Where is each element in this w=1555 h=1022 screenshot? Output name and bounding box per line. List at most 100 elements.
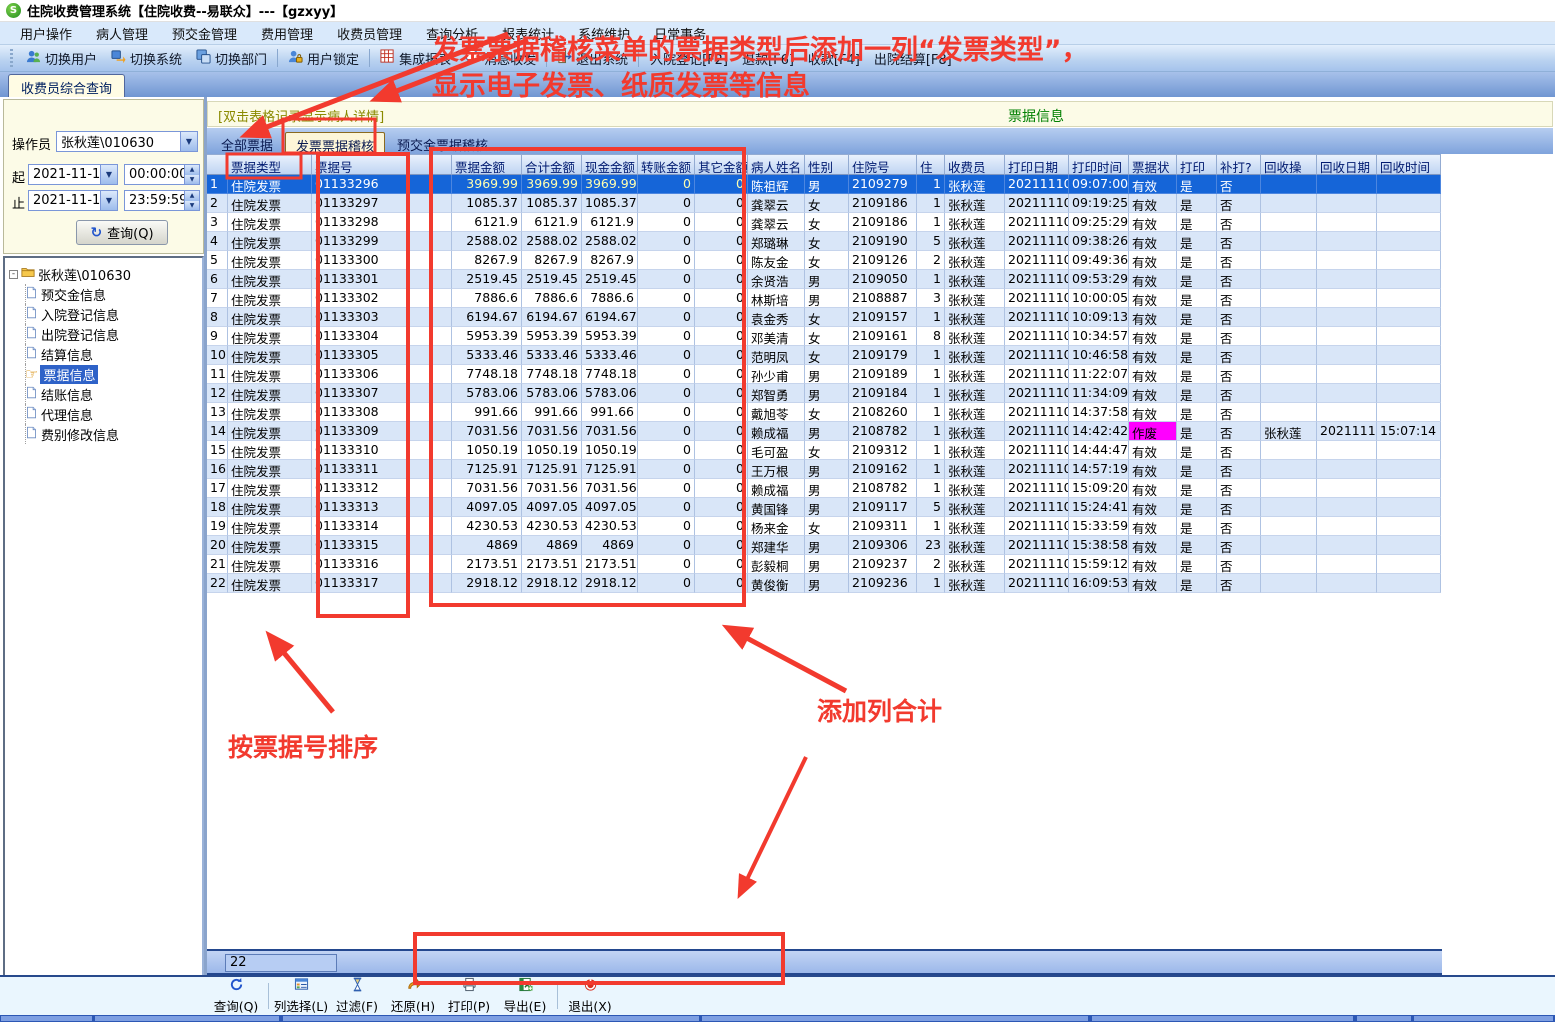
- view-tab-2[interactable]: 发票票据稽核: [285, 132, 386, 155]
- operator-select[interactable]: 张秋莲\010630 ▼: [56, 131, 198, 152]
- table-row-22[interactable]: 22 住院发票 01133317 2918.12 2918.12 2918.12 0 0 黄俊衡…: [207, 574, 1441, 593]
- bottom-button-还原[interactable]: 还原(H): [385, 977, 441, 1015]
- table-row-19[interactable]: 19 住院发票 01133314 4230.53 4230.53 4230.53 0 0 杨来金…: [207, 517, 1441, 536]
- table-header-8[interactable]: 病人姓名: [748, 154, 805, 175]
- table-cell: 7125.91: [582, 460, 638, 479]
- bottom-button-过滤[interactable]: 过滤(F): [329, 977, 385, 1015]
- bottom-button-退出[interactable]: 退出(X): [562, 977, 618, 1015]
- table-cell: 3: [207, 213, 228, 232]
- tree-item-2[interactable]: 入院登记信息: [7, 304, 200, 324]
- table-row-1[interactable]: 1 住院发票 01133296 3969.99 3969.99 3969.99 0 0 陈祖辉男…: [207, 175, 1441, 194]
- table-row-11[interactable]: 11 住院发票 01133306 7748.18 7748.18 7748.18 0 0 孙少甫…: [207, 365, 1441, 384]
- table-header-14[interactable]: 打印时间: [1069, 154, 1129, 175]
- table-header-2[interactable]: 票据号: [312, 154, 452, 175]
- table-header-13[interactable]: 打印日期: [1005, 154, 1069, 175]
- menu-item-4[interactable]: 费用管理: [249, 22, 325, 45]
- table-row-5[interactable]: 5 住院发票 01133300 8267.9 8267.9 8267.9 0 0 陈友金女 210…: [207, 251, 1441, 270]
- table-cell: 有效: [1129, 213, 1177, 232]
- table-row-21[interactable]: 21 住院发票 01133316 2173.51 2173.51 2173.51 0 0 彭毅桐…: [207, 555, 1441, 574]
- table-row-10[interactable]: 10 住院发票 01133305 5333.46 5333.46 5333.46 0 0 范明凤…: [207, 346, 1441, 365]
- view-tab-1[interactable]: 全部票据: [211, 132, 283, 154]
- table-header-9[interactable]: 性别: [805, 154, 849, 175]
- table-row-14[interactable]: 14 住院发票 01133309 7031.56 7031.56 7031.56 0 0 赖成福…: [207, 422, 1441, 441]
- chevron-down-icon[interactable]: ▼: [180, 132, 197, 151]
- table-row-9[interactable]: 9 住院发票 01133304 5953.39 5953.39 5953.39 0 0 邓美清女…: [207, 327, 1441, 346]
- table-row-6[interactable]: 6 住院发票 01133301 2519.45 2519.45 2519.45 0 0 余贤浩男…: [207, 270, 1441, 289]
- tree-item-3[interactable]: 出院登记信息: [7, 324, 200, 344]
- table-row-8[interactable]: 8 住院发票 01133303 6194.67 6194.67 6194.67 0 0 袁金秀女…: [207, 308, 1441, 327]
- spinner-arrows-icon[interactable]: ▲ ▼: [184, 191, 199, 210]
- date-to-picker[interactable]: 2021-11-10 ▼: [28, 190, 118, 211]
- date-from-picker[interactable]: 2021-11-10 ▼: [28, 164, 118, 185]
- table-header-5[interactable]: 现金金额: [582, 154, 638, 175]
- table-cell: 0: [638, 574, 695, 593]
- menu-item-2[interactable]: 病人管理: [84, 22, 160, 45]
- toolbar-button-3[interactable]: 切换部门: [189, 47, 274, 70]
- table-row-15[interactable]: 15 住院发票 01133310 1050.19 1050.19 1050.19 0 0 毛可盈…: [207, 441, 1441, 460]
- table-cell: 男: [805, 574, 849, 593]
- table-header-20[interactable]: 回收时间: [1377, 154, 1441, 175]
- double-click-hint: [双击表格记录显示病人详情]: [218, 110, 385, 125]
- tree-item-5[interactable]: ☞ 票据信息: [7, 364, 200, 384]
- bottom-button-打印[interactable]: 打印(P): [441, 977, 497, 1015]
- table-header-17[interactable]: 补打?: [1217, 154, 1261, 175]
- table-cell: 否: [1217, 213, 1261, 232]
- table-header-19[interactable]: 回收日期: [1317, 154, 1377, 175]
- table-cell: 是: [1177, 574, 1217, 593]
- spinner-arrows-icon[interactable]: ▲ ▼: [184, 165, 199, 184]
- time-from-spinner[interactable]: 00:00:00 ▲ ▼: [124, 164, 200, 185]
- tree-root[interactable]: - 张秋莲\010630: [7, 264, 200, 284]
- tree-collapse-icon[interactable]: -: [9, 269, 18, 279]
- time-to-spinner[interactable]: 23:59:59 ▲ ▼: [124, 190, 200, 211]
- query-button[interactable]: ↻ 查询(Q): [76, 220, 168, 245]
- table-header-7[interactable]: 其它金额: [695, 154, 748, 175]
- table-cell: 0: [695, 498, 748, 517]
- menu-item-1[interactable]: 用户操作: [8, 22, 84, 45]
- table-row-13[interactable]: 13 住院发票 01133308 991.66 991.66 991.66 0 0 戴旭苓女 21…: [207, 403, 1441, 422]
- table-row-18[interactable]: 18 住院发票 01133313 4097.05 4097.05 4097.05 0 0 黄国锋…: [207, 498, 1441, 517]
- bottom-button-导出[interactable]: 导出(E): [497, 977, 553, 1015]
- table-cell: 20211110: [1005, 498, 1069, 517]
- table-header-16[interactable]: 打印: [1177, 154, 1217, 175]
- table-row-3[interactable]: 3 住院发票 01133298 6121.9 6121.9 6121.9 0 0 龚翠云女 210…: [207, 213, 1441, 232]
- menu-item-5[interactable]: 收费员管理: [325, 22, 414, 45]
- bottom-button-列选择[interactable]: 列选择(L): [273, 977, 329, 1015]
- table-cell: 2918.12: [452, 574, 522, 593]
- table-header-3[interactable]: 票据金额: [452, 154, 522, 175]
- table-row-2[interactable]: 2 住院发票 01133297 1085.37 1085.37 1085.37 0 0 龚翠云女…: [207, 194, 1441, 213]
- table-cell: 5: [207, 251, 228, 270]
- table-cell: 是: [1177, 270, 1217, 289]
- tree-item-4[interactable]: 结算信息: [7, 344, 200, 364]
- toolbar-button-1[interactable]: 切换用户: [19, 47, 104, 70]
- tree-item-6[interactable]: 结账信息: [7, 384, 200, 404]
- table-header-11[interactable]: 住: [917, 154, 945, 175]
- table-header-10[interactable]: 住院号: [849, 154, 917, 175]
- table-row-12[interactable]: 12 住院发票 01133307 5783.06 5783.06 5783.06 0 0 郑智勇…: [207, 384, 1441, 403]
- toolbar-button-4[interactable]: 用户锁定: [281, 47, 366, 70]
- table-cell: 15:38:58: [1069, 536, 1129, 555]
- table-header-6[interactable]: 转账金额: [638, 154, 695, 175]
- table-row-17[interactable]: 17 住院发票 01133312 7031.56 7031.56 7031.56 0 0 赖成福…: [207, 479, 1441, 498]
- toolbar-button-2[interactable]: 切换系统: [104, 47, 189, 70]
- table-header-15[interactable]: 票据状: [1129, 154, 1177, 175]
- chevron-down-icon[interactable]: ▼: [100, 165, 117, 184]
- table-row-4[interactable]: 4 住院发票 01133299 2588.02 2588.02 2588.02 0 0 郑璐琳女…: [207, 232, 1441, 251]
- view-tab-3[interactable]: 预交金票据稽核: [387, 132, 498, 154]
- table-cell: 2109186: [849, 213, 917, 232]
- table-row-7[interactable]: 7 住院发票 01133302 7886.6 7886.6 7886.6 0 0 林斯培男 210…: [207, 289, 1441, 308]
- table-header-18[interactable]: 回收操: [1261, 154, 1317, 175]
- tree-item-7[interactable]: 代理信息: [7, 404, 200, 424]
- table-row-20[interactable]: 20 住院发票 01133315 4869 4869 4869 0 0 郑建华男 2109306 2…: [207, 536, 1441, 555]
- tab-cashier-query[interactable]: 收费员综合查询: [8, 74, 126, 97]
- table-cell: 女: [805, 441, 849, 460]
- menu-item-3[interactable]: 预交金管理: [160, 22, 249, 45]
- table-header-12[interactable]: 收费员: [945, 154, 1005, 175]
- chevron-down-icon[interactable]: ▼: [100, 191, 117, 210]
- table-header-1[interactable]: 票据类型: [228, 154, 312, 175]
- bottom-button-查询[interactable]: 查询(Q): [208, 977, 264, 1015]
- table-header-4[interactable]: 合计金额: [522, 154, 582, 175]
- tree-item-8[interactable]: 费别修改信息: [7, 424, 200, 444]
- page-icon: [25, 346, 38, 363]
- table-row-16[interactable]: 16 住院发票 01133311 7125.91 7125.91 7125.91 0 0 王万根…: [207, 460, 1441, 479]
- tree-item-1[interactable]: 预交金信息: [7, 284, 200, 304]
